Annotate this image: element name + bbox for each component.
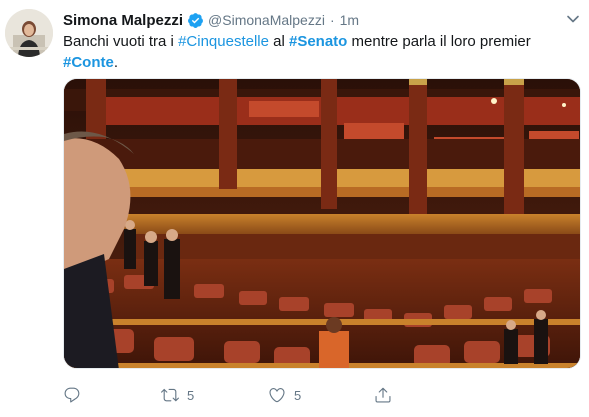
hashtag-cinquestelle[interactable]: #Cinquestelle bbox=[178, 33, 269, 50]
share-icon bbox=[375, 387, 391, 403]
chevron-down-icon[interactable] bbox=[565, 12, 581, 26]
author-name[interactable]: Simona Malpezzi bbox=[63, 12, 183, 29]
reply-icon bbox=[64, 387, 80, 403]
like-icon bbox=[269, 388, 285, 403]
action-bar: 5 5 bbox=[63, 385, 503, 405]
tweet-text-part: Banchi vuoti tra i bbox=[63, 33, 179, 50]
retweet-icon bbox=[161, 388, 179, 402]
tweet-text: Banchi vuoti tra i #Cinquestelle al #Sen… bbox=[63, 31, 563, 73]
tweet-text-part: al bbox=[268, 33, 289, 50]
hashtag-senato[interactable]: #Senato bbox=[289, 33, 347, 50]
tweet-photo[interactable] bbox=[63, 78, 581, 369]
avatar[interactable] bbox=[5, 9, 53, 57]
reply-button[interactable] bbox=[63, 386, 89, 404]
tweet-text-part: mentre parla il loro premier bbox=[347, 33, 531, 50]
like-count: 5 bbox=[294, 387, 302, 403]
separator-dot: · bbox=[329, 12, 335, 28]
retweet-button[interactable]: 5 bbox=[161, 386, 194, 404]
tweet-text-part: . bbox=[113, 54, 119, 71]
hashtag-conte[interactable]: #Conte bbox=[63, 54, 114, 71]
tweet-header: Simona Malpezzi @SimonaMalpezzi · 1m bbox=[63, 10, 359, 30]
verified-badge-icon bbox=[187, 12, 204, 29]
tweet[interactable]: Simona Malpezzi @SimonaMalpezzi · 1m Ban… bbox=[0, 0, 589, 417]
timestamp[interactable]: 1m bbox=[340, 12, 359, 28]
author-handle[interactable]: @SimonaMalpezzi bbox=[208, 12, 325, 28]
share-button[interactable] bbox=[374, 386, 400, 404]
like-button[interactable]: 5 bbox=[268, 386, 301, 404]
retweet-count: 5 bbox=[187, 387, 195, 403]
